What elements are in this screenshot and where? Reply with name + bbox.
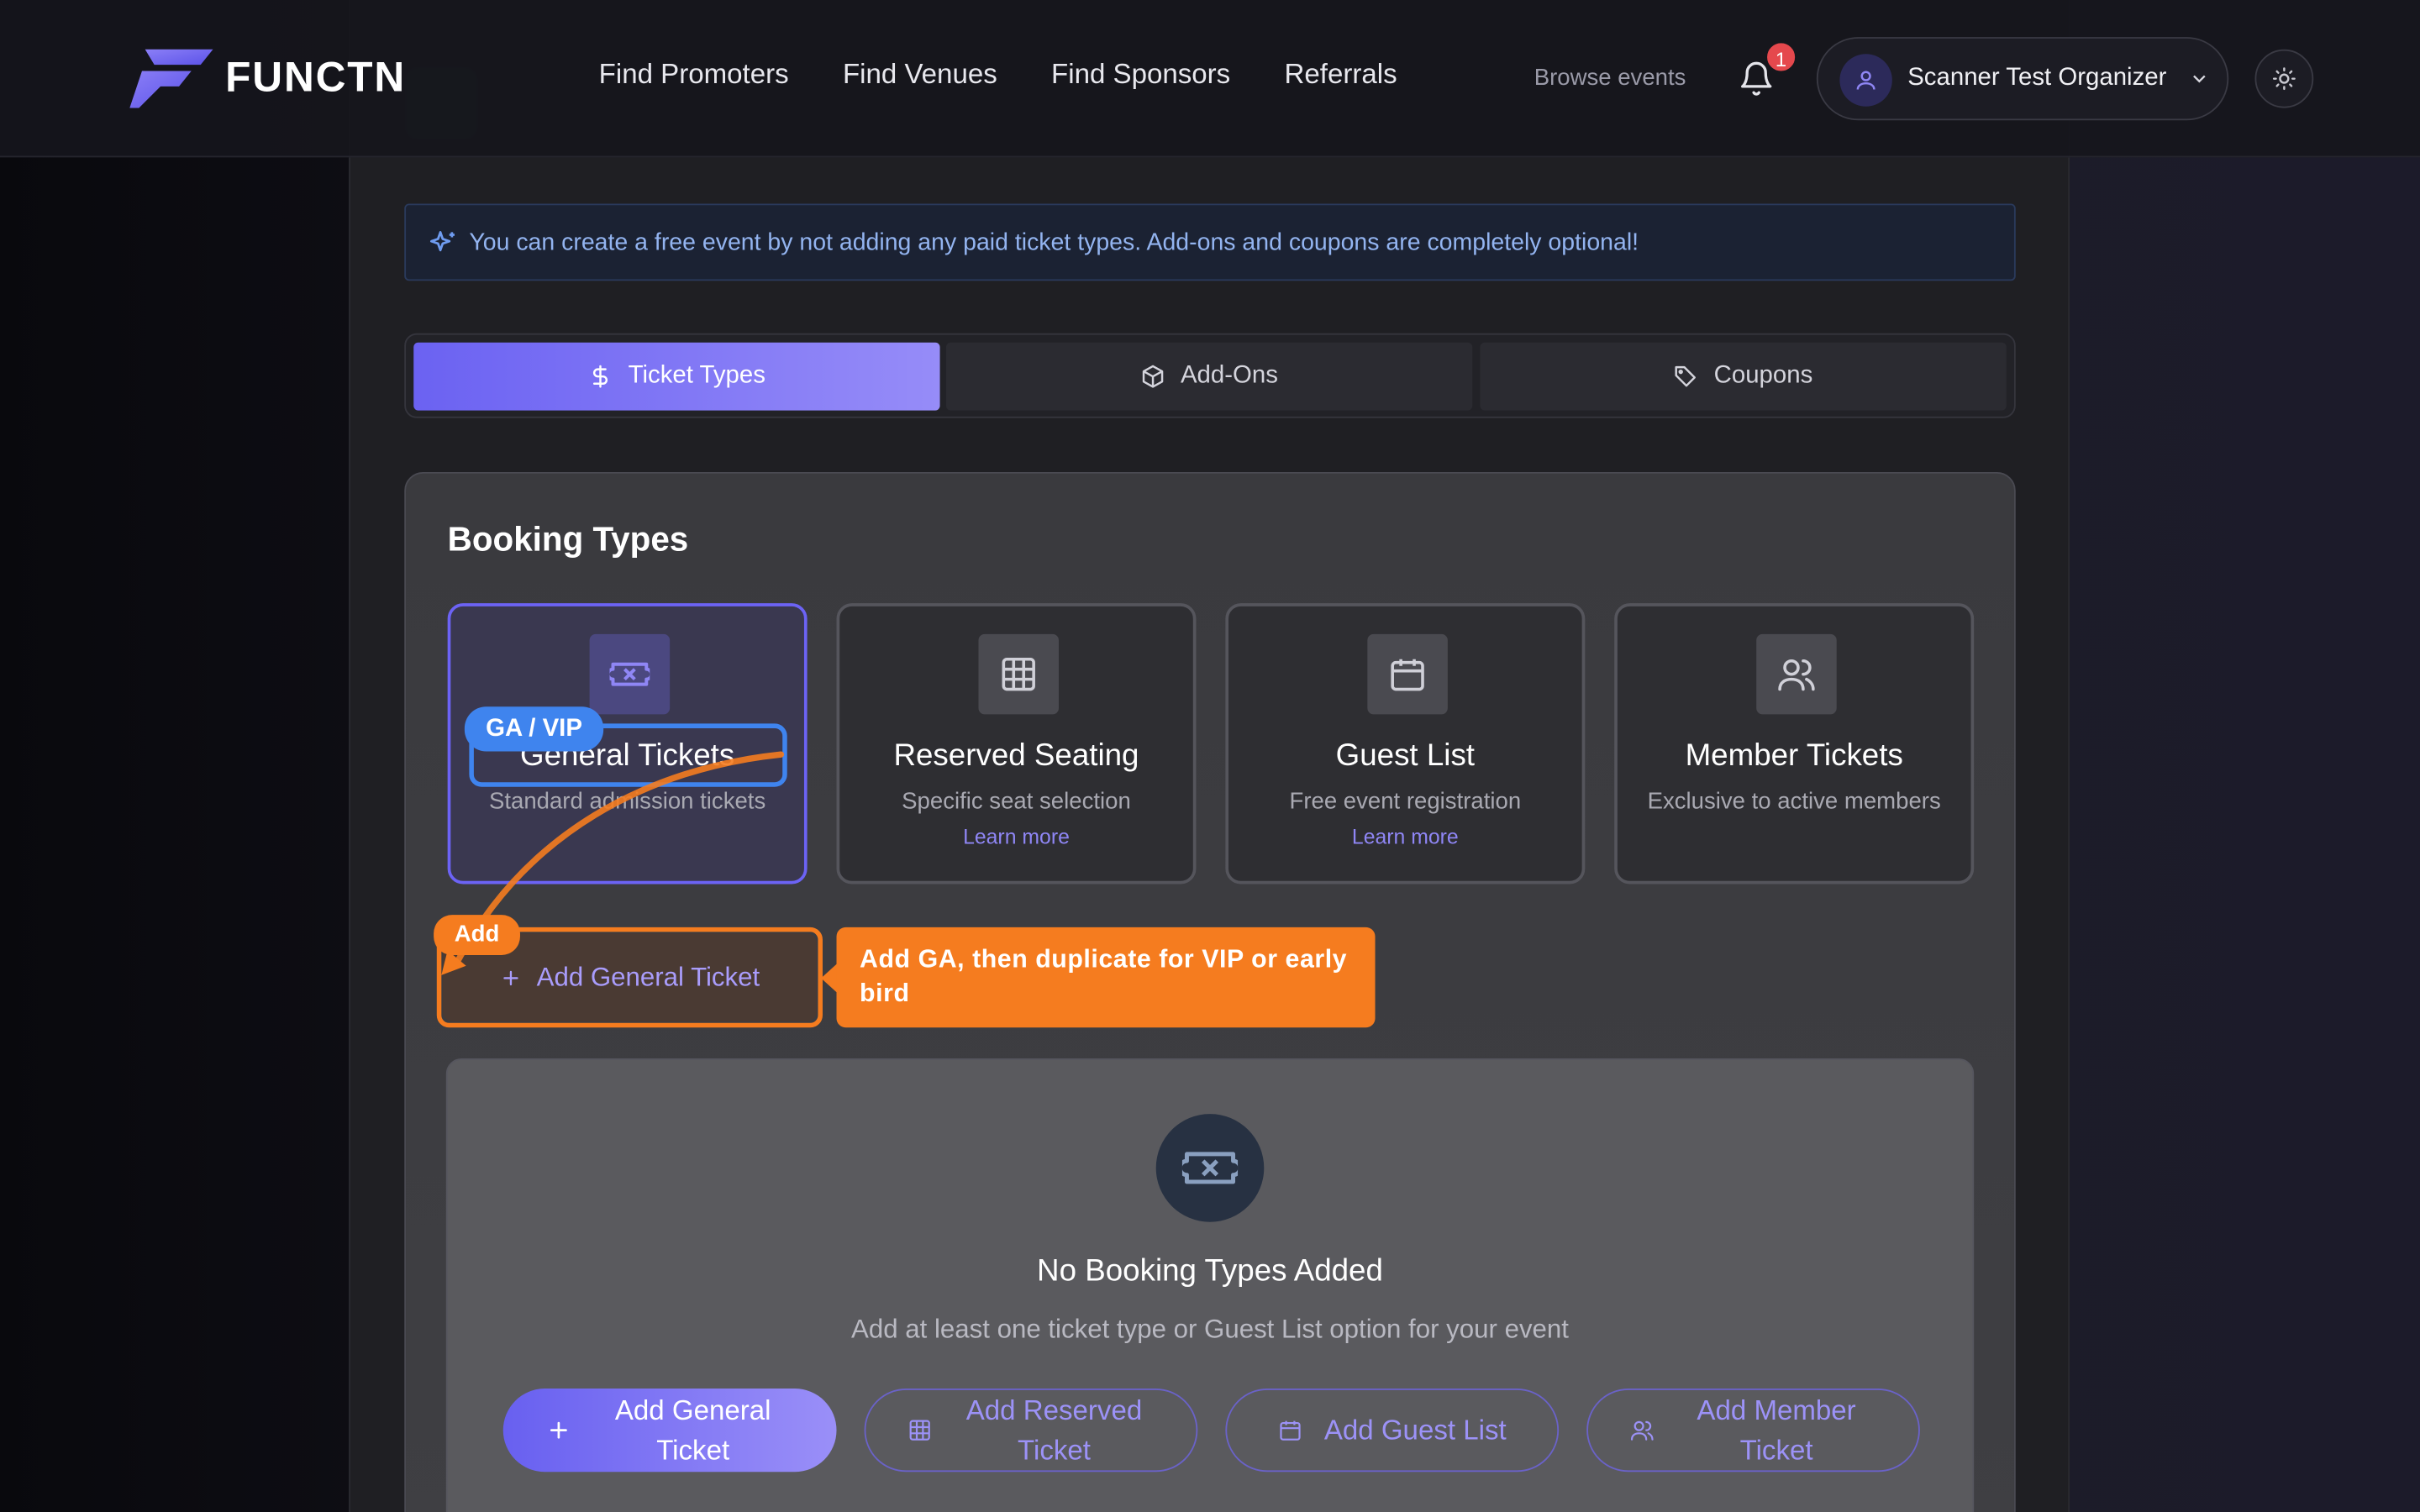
- tab-add-ons[interactable]: Add-Ons: [945, 342, 1473, 411]
- notification-badge: 1: [1764, 39, 1798, 75]
- empty-add-member-ticket-button[interactable]: Add Member Ticket: [1586, 1389, 1920, 1473]
- button-label: Add Guest List: [1323, 1415, 1507, 1446]
- browse-events-link[interactable]: Browse events: [1534, 65, 1686, 91]
- tag-icon: [1676, 365, 1697, 387]
- learn-more-link[interactable]: Learn more: [839, 826, 1193, 849]
- ticket-icon: [1181, 1152, 1239, 1184]
- booking-type-icon-box: [1756, 633, 1837, 715]
- ticket-icon: [609, 662, 650, 686]
- empty-state: No Booking Types Added Add at least one …: [445, 1058, 1975, 1512]
- button-label: Add General Ticket: [614, 1394, 771, 1466]
- button-label: Add Reserved Ticket: [965, 1394, 1143, 1466]
- functn-logo[interactable]: FUNCTN: [129, 46, 406, 108]
- calendar-icon: [1280, 1420, 1301, 1441]
- empty-state-subtitle: Add at least one ticket type or Guest Li…: [851, 1314, 1569, 1344]
- avatar: [1839, 54, 1892, 107]
- section-title: Booking Types: [447, 519, 689, 559]
- grid-icon: [909, 1420, 930, 1441]
- booking-type-desc: Exclusive to active members: [1647, 788, 1941, 815]
- empty-add-guest-list-button[interactable]: Add Guest List: [1225, 1389, 1560, 1473]
- tab-label: Ticket Types: [628, 362, 765, 389]
- user-icon: [1856, 71, 1876, 90]
- package-icon: [1142, 365, 1164, 388]
- tutorial-ga-vip-tag: GA / VIP: [464, 706, 604, 752]
- top-navbar: FUNCTN Find Promoters Find Venues Find S…: [0, 0, 2420, 158]
- empty-state-title: No Booking Types Added: [1037, 1254, 1383, 1289]
- tab-label: Coupons: [1713, 362, 1813, 389]
- nav-find-venues[interactable]: Find Venues: [843, 59, 997, 92]
- dollar-icon: [592, 365, 608, 388]
- logo-mark-icon: [129, 49, 213, 108]
- booking-type-icon-box: [1367, 633, 1448, 715]
- booking-type-icon-box: [978, 633, 1059, 715]
- theme-toggle-button[interactable]: [2254, 49, 2314, 108]
- empty-add-general-ticket-button[interactable]: Add General Ticket: [502, 1389, 837, 1473]
- users-icon: [1778, 659, 1815, 691]
- empty-add-reserved-ticket-button[interactable]: Add Reserved Ticket: [864, 1389, 1198, 1473]
- app-root: FUNCTN Find Promoters Find Venues Find S…: [0, 0, 2420, 1512]
- tab-ticket-types[interactable]: Ticket Types: [413, 342, 940, 411]
- booking-type-desc: Specific seat selection: [902, 788, 1131, 815]
- plus-icon: [550, 1421, 567, 1439]
- nav-find-promoters[interactable]: Find Promoters: [599, 59, 789, 92]
- booking-type-icon-box: [589, 633, 671, 715]
- sparkles-icon: [429, 231, 455, 252]
- tutorial-add-tag: Add: [434, 915, 520, 955]
- booking-type-guest-list[interactable]: Guest List Free event registration Learn…: [1225, 603, 1586, 885]
- callout-pointer: [821, 963, 839, 994]
- booking-type-title: Guest List: [1335, 738, 1476, 774]
- users-icon: [1630, 1420, 1654, 1441]
- grid-icon: [1002, 657, 1035, 691]
- booking-type-title: Reserved Seating: [893, 738, 1139, 774]
- tab-coupons[interactable]: Coupons: [1480, 342, 2007, 411]
- info-banner: You can create a free event by not addin…: [404, 203, 2016, 281]
- user-name: Scanner Test Organizer: [1907, 65, 2167, 92]
- info-banner-text: You can create a free event by not addin…: [469, 229, 1639, 256]
- nav-find-sponsors[interactable]: Find Sponsors: [1051, 59, 1230, 92]
- brand-name: FUNCTN: [225, 53, 407, 100]
- learn-more-link[interactable]: Learn more: [1228, 826, 1582, 849]
- booking-type-title: Member Tickets: [1685, 738, 1903, 774]
- tutorial-callout: Add GA, then duplicate for VIP or early …: [836, 927, 1376, 1028]
- pricing-tabs: Ticket Types Add-Ons Coupons: [404, 333, 2016, 418]
- calendar-icon: [1391, 659, 1424, 691]
- empty-state-icon: [1155, 1114, 1265, 1222]
- button-label: Add Member Ticket: [1697, 1394, 1856, 1466]
- sun-icon: [2272, 67, 2296, 91]
- booking-type-member[interactable]: Member Tickets Exclusive to active membe…: [1614, 603, 1975, 885]
- tab-label: Add-Ons: [1180, 362, 1278, 389]
- chevron-down-icon: [2193, 75, 2206, 83]
- user-menu-button[interactable]: Scanner Test Organizer: [1816, 37, 2229, 121]
- booking-type-desc: Free event registration: [1289, 788, 1522, 815]
- booking-type-reserved[interactable]: Reserved Seating Specific seat selection…: [836, 603, 1197, 885]
- booking-type-desc: Standard admission tickets: [488, 788, 766, 815]
- main-nav: Find Promoters Find Venues Find Sponsors…: [599, 59, 1397, 92]
- nav-referrals[interactable]: Referrals: [1285, 59, 1397, 92]
